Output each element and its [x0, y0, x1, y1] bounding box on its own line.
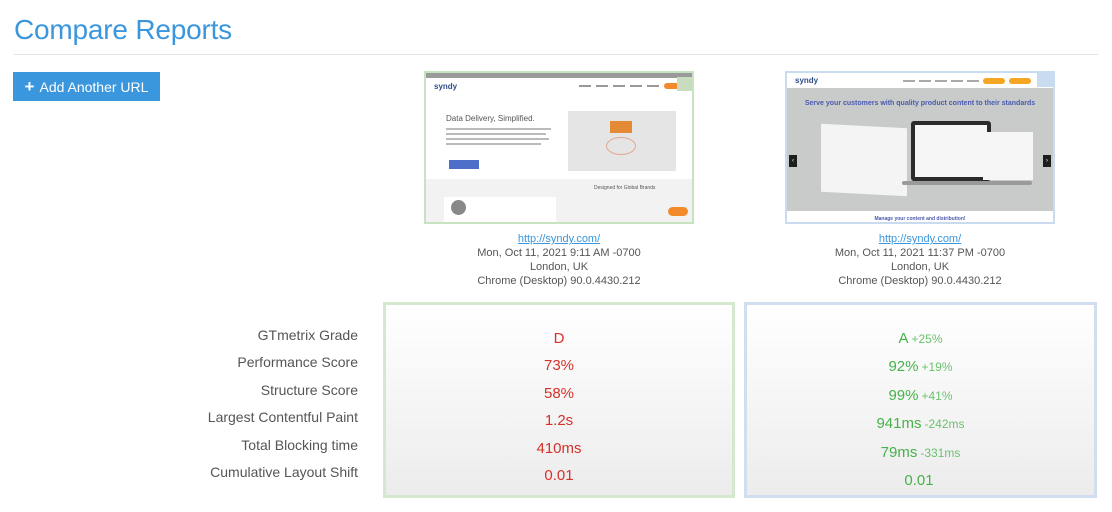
thumb-chat-button [668, 207, 688, 216]
metric-value: 0.01 [904, 472, 934, 490]
thumb-logo: syndy [434, 81, 458, 91]
label-gtmetrix-grade: GTmetrix Grade [257, 327, 358, 343]
report-url-link[interactable]: http://syndy.com/ [879, 233, 961, 245]
metric-value: 92% [888, 358, 919, 376]
report-date: Mon, Oct 11, 2021 9:11 AM -0700 [477, 247, 641, 259]
metric-performance-score: 73% [386, 352, 732, 379]
thumb-nav: syndy [426, 78, 692, 94]
thumb-footer-text: Manage your content and distribution! [874, 216, 966, 222]
label-cumulative-layout-shift: Cumulative Layout Shift [210, 464, 358, 481]
add-url-label: Add Another URL [39, 78, 149, 95]
title-divider [14, 54, 1098, 55]
thumb-nav-link [596, 85, 608, 87]
label-largest-contentful-paint: Largest Contentful Paint [207, 409, 358, 426]
plus-icon: + [24, 77, 35, 96]
label-structure-score: Structure Score [260, 381, 358, 398]
metric-delta: +25% [911, 332, 943, 346]
metric-labels: GTmetrix Grade Performance Score Structu… [150, 322, 358, 486]
metric-value: 58% [543, 384, 575, 402]
metric-delta: +19% [921, 360, 953, 375]
thumb-nav-link [647, 85, 659, 87]
metric-delta: +41% [921, 388, 953, 403]
thumb-next-arrow-icon: › [1043, 155, 1051, 167]
thumb-corner [677, 77, 692, 91]
thumb-hero-title: Serve your customers with quality produc… [804, 100, 1036, 107]
thumb-hero: Serve your customers with quality produc… [787, 88, 1053, 211]
metrics-box-report-1: D 73% 58% 1.2s 410ms 0.01 [383, 302, 735, 498]
thumb-corner [1037, 73, 1053, 87]
metric-gtmetrix-grade: D [386, 325, 732, 352]
thumb-brands-heading: Designed for Global Brands [594, 185, 656, 191]
thumb-nav-link [579, 85, 591, 87]
report-location: London, UK [529, 261, 589, 273]
metric-value: 99% [888, 386, 919, 404]
thumb-prev-arrow-icon: ‹ [789, 155, 797, 167]
page-title: Compare Reports [14, 14, 232, 45]
thumb-panel-left [821, 123, 907, 197]
report-browser: Chrome (Desktop) 90.0.4430.212 [477, 275, 641, 287]
thumb-nav-link [935, 79, 947, 82]
metric-gtmetrix-grade: A +25% [747, 325, 1094, 353]
thumb-panel-right [983, 132, 1033, 180]
thumb-nav-link [630, 85, 642, 87]
thumb-nav-links [903, 77, 1031, 84]
metric-largest-contentful-paint: 941ms -242ms [747, 410, 1094, 438]
report-location: London, UK [890, 261, 950, 273]
thumb-nav-link [903, 79, 915, 82]
thumb-nav-link [951, 79, 963, 82]
metric-delta: -331ms [920, 445, 961, 460]
metric-performance-score: 92% +19% [747, 353, 1094, 381]
thumb-nav-links [579, 83, 684, 89]
thumb-avatar [451, 200, 466, 215]
metric-structure-score: 99% +41% [747, 382, 1094, 410]
thumb-hero-text [446, 128, 551, 148]
metric-value: 0.01 [544, 467, 574, 485]
thumb-nav-link [613, 85, 625, 87]
report-browser: Chrome (Desktop) 90.0.4430.212 [838, 275, 1002, 287]
thumb-nav: syndy [787, 73, 1053, 88]
add-another-url-button[interactable]: + Add Another URL [13, 72, 160, 101]
report-date: Mon, Oct 11, 2021 11:37 PM -0700 [834, 247, 1006, 259]
label-total-blocking-time: Total Blocking time [241, 436, 358, 453]
metrics-box-report-2: A +25% 92% +19% 99% +41% 941ms -242ms 79ms -3… [744, 302, 1097, 498]
metric-total-blocking-time: 79ms -331ms [747, 439, 1094, 467]
metric-delta: -242ms [924, 417, 965, 432]
thumb-hero-title: Data Delivery, Simplified. [446, 114, 535, 123]
label-performance-score: Performance Score [237, 354, 358, 371]
thumb-logo: syndy [795, 76, 819, 85]
thumb-hero-image [568, 111, 676, 171]
metric-cumulative-layout-shift: 0.01 [386, 462, 732, 489]
report-screenshot-2[interactable]: syndy Serve your customers with quality … [785, 71, 1055, 224]
metric-value: 410ms [536, 439, 582, 457]
report-meta-2: http://syndy.com/ Mon, Oct 11, 2021 11:3… [785, 232, 1055, 288]
metric-largest-contentful-paint: 1.2s [386, 407, 732, 434]
report-screenshot-1[interactable]: syndy Data Delivery, Simplified. Designe… [424, 71, 694, 224]
thumb-nav-link [967, 79, 979, 82]
metric-value: 79ms [880, 443, 918, 461]
report-url-link[interactable]: http://syndy.com/ [518, 233, 600, 245]
report-column-1: syndy Data Delivery, Simplified. Designe… [424, 71, 694, 288]
metric-value: A [898, 330, 909, 347]
thumb-cta [983, 77, 1005, 84]
metric-structure-score: 58% [386, 380, 732, 407]
thumb-nav-link [919, 79, 931, 82]
metric-value: 1.2s [544, 412, 574, 430]
report-meta-1: http://syndy.com/ Mon, Oct 11, 2021 9:11… [424, 232, 694, 288]
metric-value: D [553, 330, 565, 347]
thumb-laptop-base [902, 181, 1032, 185]
metric-value: 941ms [876, 415, 922, 433]
metric-total-blocking-time: 410ms [386, 435, 732, 462]
metric-value: 73% [543, 357, 575, 375]
report-column-2: syndy Serve your customers with quality … [785, 71, 1055, 288]
thumb-hero-button [449, 160, 479, 169]
metric-cumulative-layout-shift: 0.01 [747, 467, 1094, 495]
thumb-laptop [911, 121, 991, 181]
thumb-cta [1009, 77, 1031, 84]
